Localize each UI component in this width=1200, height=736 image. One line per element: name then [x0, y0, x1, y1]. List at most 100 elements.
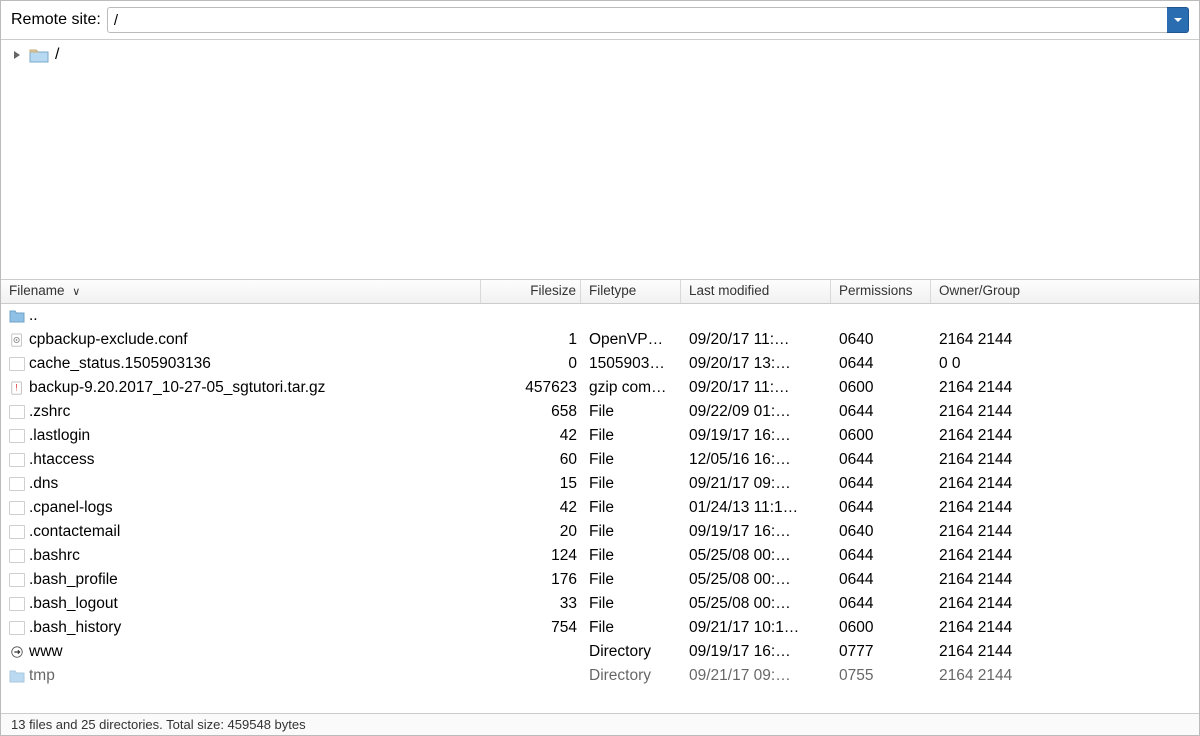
file-owner: 2164 2144	[931, 547, 1061, 565]
file-row[interactable]: .bash_profile176File05/25/08 00:…0644216…	[1, 568, 1199, 592]
file-size: 1	[481, 331, 581, 349]
file-row[interactable]: cache_status.1505903136015059031…09/20/1…	[1, 352, 1199, 376]
file-type: Directory	[581, 667, 681, 685]
tree-root-item[interactable]: /	[11, 46, 1189, 64]
archive-file-icon	[9, 380, 25, 396]
file-permissions: 0600	[831, 427, 931, 445]
file-name: cache_status.1505903136	[29, 355, 211, 373]
column-header-filename[interactable]: Filename ∨	[1, 280, 481, 303]
file-type: OpenVPN…	[581, 331, 681, 349]
file-permissions: 0644	[831, 355, 931, 373]
sort-descending-icon: ∨	[72, 286, 80, 298]
file-icon	[9, 597, 25, 611]
file-permissions: 0640	[831, 523, 931, 541]
file-size: 20	[481, 523, 581, 541]
file-type: File	[581, 403, 681, 421]
file-row[interactable]: .contactemail20File09/19/17 16:…06402164…	[1, 520, 1199, 544]
file-permissions: 0644	[831, 475, 931, 493]
file-name: tmp	[29, 667, 55, 685]
file-permissions: 0600	[831, 379, 931, 397]
file-name-cell: cache_status.1505903136	[1, 355, 481, 373]
file-row[interactable]: .bash_logout33File05/25/08 00:…06442164 …	[1, 592, 1199, 616]
file-row[interactable]: .bashrc124File05/25/08 00:…06442164 2144	[1, 544, 1199, 568]
file-list-body[interactable]: .. cpbackup-exclude.conf1OpenVPN…09/20/17…	[1, 304, 1199, 713]
file-icon	[9, 405, 25, 419]
file-type: File	[581, 571, 681, 589]
file-icon	[9, 501, 25, 515]
file-owner: 2164 2144	[931, 475, 1061, 493]
remote-path-input[interactable]	[107, 7, 1170, 33]
column-header-filetype[interactable]: Filetype	[581, 280, 681, 303]
file-list-header: Filename ∨ Filesize Filetype Last modifi…	[1, 280, 1199, 304]
file-name-cell: .bash_logout	[1, 595, 481, 613]
file-row[interactable]: wwwDirectory09/19/17 16:…07772164 2144	[1, 640, 1199, 664]
folder-icon	[9, 668, 25, 684]
remote-path-combo	[107, 7, 1189, 33]
file-modified: 09/21/17 10:1…	[681, 619, 831, 637]
file-modified: 12/05/16 16:…	[681, 451, 831, 469]
file-type: File	[581, 451, 681, 469]
file-row[interactable]: .cpanel-logs42File01/24/13 11:1…06442164…	[1, 496, 1199, 520]
file-name: .lastlogin	[29, 427, 90, 445]
remote-path-dropdown-button[interactable]	[1167, 7, 1189, 33]
file-row[interactable]: backup-9.20.2017_10-27-05_sgtutori.tar.g…	[1, 376, 1199, 400]
file-row[interactable]: .zshrc658File09/22/09 01:…06442164 2144	[1, 400, 1199, 424]
file-name-cell: .bash_history	[1, 619, 481, 637]
file-name-cell: .htaccess	[1, 451, 481, 469]
file-modified: 09/20/17 11:…	[681, 331, 831, 349]
parent-folder-icon	[9, 308, 25, 324]
file-size: 42	[481, 427, 581, 445]
column-header-modified[interactable]: Last modified	[681, 280, 831, 303]
file-size: 176	[481, 571, 581, 589]
file-modified: 09/21/17 09:…	[681, 475, 831, 493]
file-list: Filename ∨ Filesize Filetype Last modifi…	[1, 280, 1199, 713]
remote-site-label: Remote site:	[11, 11, 101, 29]
column-header-owner[interactable]: Owner/Group	[931, 280, 1061, 303]
file-icon	[9, 429, 25, 443]
tree-root-label: /	[55, 46, 59, 64]
column-header-permissions[interactable]: Permissions	[831, 280, 931, 303]
file-permissions: 0640	[831, 331, 931, 349]
file-owner: 2164 2144	[931, 379, 1061, 397]
file-owner: 2164 2144	[931, 499, 1061, 517]
directory-tree[interactable]: /	[1, 40, 1199, 280]
column-header-filesize[interactable]: Filesize	[481, 280, 581, 303]
file-name-cell: .cpanel-logs	[1, 499, 481, 517]
file-size: 658	[481, 403, 581, 421]
file-size: 15	[481, 475, 581, 493]
disclosure-triangle-icon[interactable]	[11, 49, 23, 61]
file-row[interactable]: .bash_history754File09/21/17 10:1…060021…	[1, 616, 1199, 640]
file-type: 15059031…	[581, 355, 681, 373]
file-owner: 2164 2144	[931, 331, 1061, 349]
file-row[interactable]: cpbackup-exclude.conf1OpenVPN…09/20/17 1…	[1, 328, 1199, 352]
file-owner: 2164 2144	[931, 451, 1061, 469]
file-row[interactable]: .lastlogin42File09/19/17 16:…06002164 21…	[1, 424, 1199, 448]
file-owner: 2164 2144	[931, 571, 1061, 589]
file-name-cell: .zshrc	[1, 403, 481, 421]
file-type: Directory	[581, 643, 681, 661]
file-modified: 05/25/08 00:…	[681, 595, 831, 613]
file-name: .cpanel-logs	[29, 499, 113, 517]
file-name-cell: ..	[1, 307, 481, 325]
file-size: 754	[481, 619, 581, 637]
file-row[interactable]: ..	[1, 304, 1199, 328]
file-icon	[9, 549, 25, 563]
file-owner: 2164 2144	[931, 643, 1061, 661]
file-modified: 05/25/08 00:…	[681, 547, 831, 565]
file-row[interactable]: .htaccess60File12/05/16 16:…06442164 214…	[1, 448, 1199, 472]
file-type: File	[581, 523, 681, 541]
file-modified: 05/25/08 00:…	[681, 571, 831, 589]
file-name: .bash_profile	[29, 571, 118, 589]
config-file-icon	[9, 332, 25, 348]
file-row[interactable]: tmpDirectory09/21/17 09:…07552164 2144	[1, 664, 1199, 688]
file-modified: 09/19/17 16:…	[681, 427, 831, 445]
file-owner: 0 0	[931, 355, 1061, 373]
file-row[interactable]: .dns15File09/21/17 09:…06442164 2144	[1, 472, 1199, 496]
file-name: .zshrc	[29, 403, 70, 421]
file-name-cell: .bash_profile	[1, 571, 481, 589]
folder-icon	[29, 47, 49, 63]
file-name: backup-9.20.2017_10-27-05_sgtutori.tar.g…	[29, 379, 325, 397]
file-type: File	[581, 427, 681, 445]
file-owner: 2164 2144	[931, 667, 1061, 685]
file-permissions: 0600	[831, 619, 931, 637]
